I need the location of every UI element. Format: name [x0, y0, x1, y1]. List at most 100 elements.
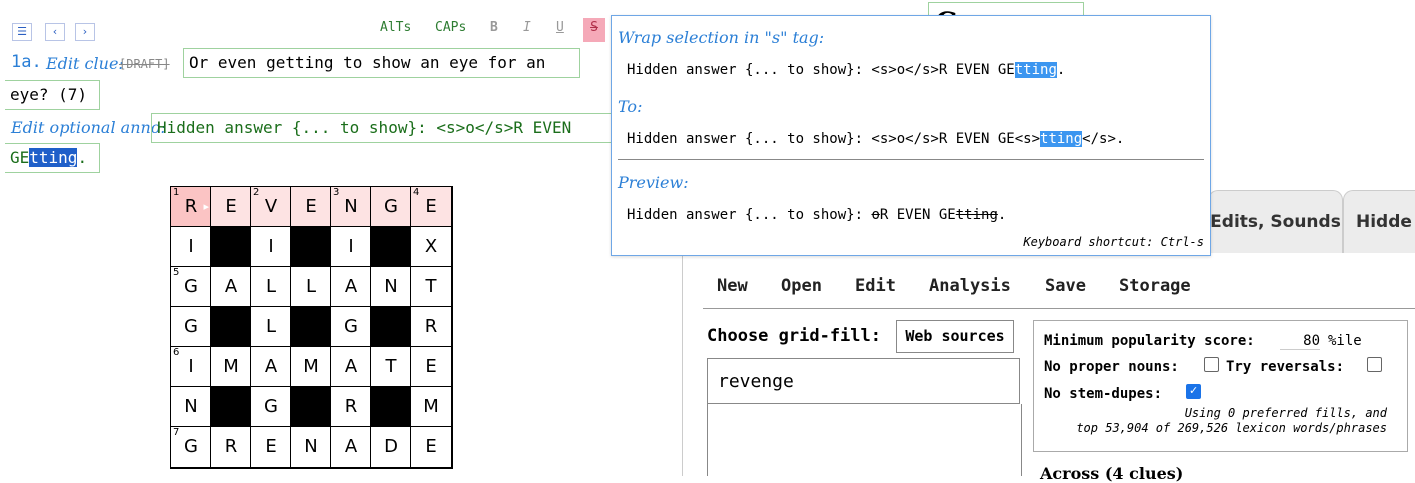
menu-analysis[interactable]: Analysis — [929, 276, 1011, 296]
grid-cell[interactable]: G — [250, 386, 292, 428]
italic-button[interactable]: I — [523, 18, 531, 42]
grid-cell[interactable]: G — [170, 306, 212, 348]
underline-button[interactable]: U — [556, 18, 564, 42]
grid-block[interactable] — [370, 306, 412, 348]
grid-cell[interactable]: 3N — [330, 186, 372, 228]
grid-cell[interactable]: E — [410, 346, 452, 388]
grid-cell[interactable]: E — [290, 186, 332, 228]
grid-cell-letter: T — [425, 276, 437, 297]
caps-button[interactable]: CAPs — [435, 18, 466, 42]
grid-cell[interactable]: X — [410, 226, 452, 268]
grid-cell[interactable]: M — [210, 346, 252, 388]
anno-text-field[interactable]: Hidden answer {... to show}: <s>o</s>R E… — [151, 113, 633, 143]
grid-cell[interactable]: M — [290, 346, 332, 388]
anno-text-field-line2[interactable]: GEtting. — [5, 143, 100, 173]
grid-block[interactable] — [290, 226, 332, 268]
grid-cell[interactable]: 5G — [170, 266, 212, 308]
grid-cell-letter: L — [265, 316, 277, 337]
grid-cell[interactable]: 1 R ▸ — [170, 186, 212, 228]
grid-cell[interactable]: L — [290, 266, 332, 308]
grid-cell[interactable]: 4E — [410, 186, 452, 228]
popup-heading-wrap: Wrap selection in "s" tag: — [618, 28, 825, 47]
grid-cell-number: 1 — [173, 187, 180, 198]
grid-cell[interactable]: N — [170, 386, 212, 428]
grid-cell-letter: R — [184, 196, 198, 217]
grid-cell[interactable]: L — [250, 306, 292, 348]
menu-storage[interactable]: Storage — [1119, 276, 1191, 296]
grid-block[interactable] — [290, 306, 332, 348]
grid-cell[interactable]: E — [250, 426, 292, 468]
grid-cell-number: 4 — [413, 187, 420, 198]
menu-icon[interactable]: ☰ — [12, 23, 32, 41]
no-stem-dupes-label: No stem-dupes: — [1044, 386, 1163, 402]
grid-cell[interactable]: R — [410, 306, 452, 348]
clue-text-field[interactable]: Or even getting to show an eye for an — [183, 48, 580, 78]
grid-cell[interactable]: T — [370, 346, 412, 388]
grid-block[interactable] — [290, 386, 332, 428]
grid-block[interactable] — [210, 386, 252, 428]
grid-block[interactable] — [370, 226, 412, 268]
grid-cell[interactable]: D — [370, 426, 412, 468]
grid-cell[interactable]: R — [210, 426, 252, 468]
edit-anno-label: Edit optional anno: — [11, 118, 166, 137]
grid-cell[interactable]: I — [170, 226, 212, 268]
wrap-tag-popup: Wrap selection in "s" tag: Hidden answer… — [611, 15, 1211, 256]
grid-cell-letter: A — [344, 276, 358, 297]
grid-cell[interactable]: A — [330, 266, 372, 308]
grid-cell[interactable]: T — [410, 266, 452, 308]
next-clue-button[interactable]: › — [75, 23, 95, 41]
panel-divider — [682, 254, 683, 476]
gridfill-list[interactable] — [707, 404, 1022, 476]
grid-cell[interactable]: L — [250, 266, 292, 308]
grid-cell-letter: V — [264, 196, 278, 217]
menu-new[interactable]: New — [717, 276, 748, 296]
grid-cell[interactable]: E — [410, 426, 452, 468]
grid-cell[interactable]: I — [330, 226, 372, 268]
prev-clue-button[interactable]: ‹ — [45, 23, 65, 41]
web-sources-button[interactable]: Web sources — [896, 320, 1014, 353]
grid-cell[interactable]: N — [290, 426, 332, 468]
alts-button[interactable]: AlTs — [380, 18, 411, 42]
grid-cell[interactable]: R — [330, 386, 372, 428]
grid-cell[interactable]: A — [210, 266, 252, 308]
tab-edits-sounds[interactable]: Edits, Sounds — [1208, 190, 1343, 253]
grid-cell[interactable]: G — [370, 186, 412, 228]
grid-cell[interactable]: A — [330, 426, 372, 468]
grid-block[interactable] — [210, 306, 252, 348]
grid-cell[interactable]: 7G — [170, 426, 212, 468]
grid-block[interactable] — [370, 386, 412, 428]
grid-cell[interactable]: 2V — [250, 186, 292, 228]
try-reversals-checkbox[interactable] — [1367, 357, 1382, 372]
crossword-grid[interactable]: 1 R ▸ E 2 V E 3 N G 4 E I I I X 5 G A L L A N T G L G R 6 I M A M A T E N G R M… — [170, 186, 453, 469]
grid-cell-letter: N — [384, 276, 398, 297]
grid-cell[interactable]: I — [250, 226, 292, 268]
grid-cell[interactable]: N — [370, 266, 412, 308]
gridfill-input[interactable]: revenge — [707, 358, 1020, 404]
grid-cell-letter: T — [385, 356, 397, 377]
strikethrough-button[interactable]: S — [583, 18, 605, 42]
menu-open[interactable]: Open — [781, 276, 822, 296]
bold-button[interactable]: B — [490, 18, 498, 42]
grid-cell[interactable]: G — [330, 306, 372, 348]
min-popularity-label: Minimum popularity score: — [1044, 333, 1255, 349]
grid-cell-letter: G — [184, 436, 198, 457]
grid-cell-letter: E — [425, 436, 437, 457]
grid-block[interactable] — [210, 226, 252, 268]
menu-edit[interactable]: Edit — [855, 276, 896, 296]
tab-hidden[interactable]: Hidde — [1343, 190, 1415, 253]
grid-cell-letter: X — [424, 236, 438, 257]
grid-cell[interactable]: 6I — [170, 346, 212, 388]
no-stem-dupes-checkbox[interactable]: ✓ — [1186, 384, 1201, 399]
grid-cell[interactable]: M — [410, 386, 452, 428]
no-proper-nouns-checkbox[interactable] — [1204, 357, 1219, 372]
grid-cell-letter: M — [303, 356, 319, 377]
gridfill-label: Choose grid-fill: — [707, 326, 881, 346]
grid-cell[interactable]: A — [330, 346, 372, 388]
clue-text-field-line2[interactable]: eye? (7) — [5, 80, 100, 110]
grid-cell[interactable]: E — [210, 186, 252, 228]
min-popularity-input[interactable]: 80 — [1280, 333, 1320, 350]
menu-save[interactable]: Save — [1045, 276, 1086, 296]
grid-cell-letter: E — [225, 196, 237, 217]
grid-cell[interactable]: A — [250, 346, 292, 388]
grid-cell-letter: E — [265, 436, 277, 457]
